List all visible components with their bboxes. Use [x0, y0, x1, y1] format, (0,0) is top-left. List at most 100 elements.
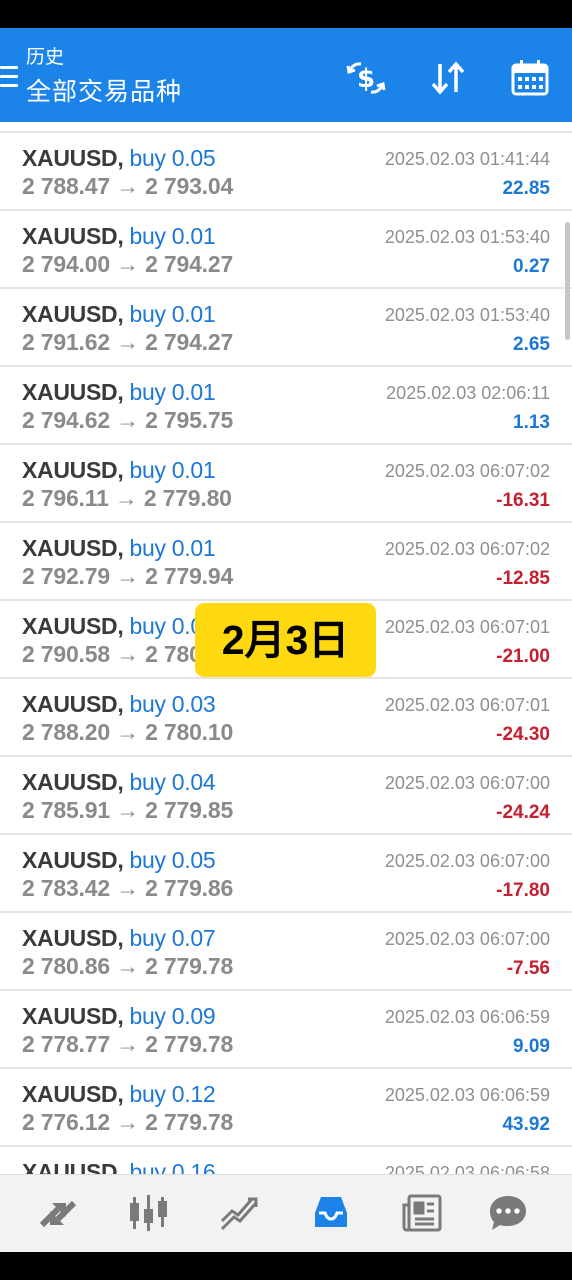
trade-symbol: XAUUSD, buy 0.01 — [22, 301, 216, 328]
trade-side-volume: buy 0.07 — [129, 925, 216, 951]
quotes-icon[interactable] — [36, 1191, 80, 1235]
trade-side-volume: buy 0.12 — [129, 1081, 216, 1107]
trade-row[interactable]: XAUUSD, buy 0.05 2 783.42 → 2 779.86 2025.… — [0, 833, 572, 910]
symbol-name: XAUUSD, — [22, 223, 124, 249]
open-close-prices: 2 790.58 → 2 780 — [22, 641, 202, 667]
symbol-filter-title[interactable]: 全部交易品种 — [26, 76, 182, 108]
open-close-prices: 2 778.77 → 2 779.78 — [22, 1031, 234, 1057]
open-close-prices: 2 796.11 → 2 779.80 — [22, 485, 232, 511]
open-close-prices: 2 783.42 → 2 779.86 — [22, 875, 234, 901]
trade-symbol: XAUUSD, buy 0.01 — [22, 379, 216, 406]
close-time: 2025.02.03 06:07:02 — [384, 461, 550, 481]
open-close-prices: 2 794.00 → 2 794.27 — [22, 251, 234, 277]
symbol-name: XAUUSD, — [22, 613, 124, 639]
symbol-name: XAUUSD, — [22, 847, 124, 873]
symbol-name: XAUUSD, — [22, 379, 124, 405]
trade-side-volume: buy 0.01 — [129, 301, 216, 327]
close-time: 2025.02.03 06:07:00 — [384, 929, 550, 949]
open-close-prices: 2 794.62 → 2 795.75 — [22, 407, 234, 433]
close-time: 2025.02.03 01:53:40 — [384, 305, 550, 325]
trade-row[interactable]: XAUUSD, buy 0.01 2 791.62 → 2 794.27 2025.… — [0, 287, 572, 364]
app-header: 历史 全部交易品种 $ — [0, 28, 572, 122]
close-time: 2025.02.03 06:06:59 — [384, 1085, 550, 1105]
svg-text:$: $ — [357, 64, 375, 94]
profit-value: -21.00 — [496, 646, 550, 667]
profit-value: 1.13 — [513, 412, 550, 433]
history-list[interactable]: XAUUSD, buy 0.05 2 788.47 → 2 793.04 2025.… — [0, 122, 572, 1174]
trade-symbol: XAUUSD, buy 0.01 — [22, 535, 216, 562]
symbol-name: XAUUSD, — [22, 301, 124, 327]
trade-row[interactable]: XAUUSD, buy 0.04 2 785.91 → 2 779.85 2025.… — [0, 755, 572, 832]
trade-row[interactable]: XAUUSD, buy 0.01 2 792.79 → 2 779.94 2025.… — [0, 521, 572, 598]
trade-row[interactable]: XAUUSD, buy 0.12 2 776.12 → 2 779.78 2025.… — [0, 1067, 572, 1144]
symbol-name: XAUUSD, — [22, 1003, 124, 1029]
trade-side-volume: buy 0.04 — [129, 769, 216, 795]
close-time: 2025.02.03 06:07:02 — [384, 539, 550, 559]
open-close-prices: 2 785.91 → 2 779.85 — [22, 797, 234, 823]
close-time: 2025.02.03 02:06:11 — [386, 383, 550, 403]
trade-row[interactable]: XAUUSD, buy 0.01 2 794.00 → 2 794.27 2025.… — [0, 209, 572, 286]
trade-symbol: XAUUSD, buy 0.05 — [22, 847, 216, 874]
trade-symbol: XAUUSD, buy 0.05 — [22, 145, 216, 172]
profit-value: -24.24 — [496, 802, 550, 823]
open-close-prices: 2 776.12 → 2 779.78 — [22, 1109, 234, 1135]
profit-value: -24.30 — [496, 724, 550, 745]
profit-value: 9.09 — [513, 1036, 550, 1057]
news-icon[interactable] — [400, 1191, 444, 1235]
trade-row[interactable]: XAUUSD, buy 0.09 2 778.77 → 2 779.78 2025.… — [0, 989, 572, 1066]
close-time: 2025.02.03 01:41:44 — [384, 149, 550, 169]
trade-symbol: XAUUSD, buy 0.16 — [22, 1159, 216, 1174]
profit-value: 0.27 — [513, 256, 550, 277]
close-time: 2025.02.03 06:06:59 — [384, 1007, 550, 1027]
trade-icon[interactable] — [218, 1191, 262, 1235]
trade-side-volume: buy 0.01 — [129, 457, 216, 483]
trade-side-volume: buy 0.01 — [129, 535, 216, 561]
chart-candles-icon[interactable] — [127, 1191, 171, 1235]
sort-arrows-icon[interactable] — [426, 56, 470, 100]
trade-row[interactable]: XAUUSD, buy 0.05 2 788.47 → 2 793.04 2025.… — [0, 131, 572, 208]
trade-side-volume: buy 0.01 — [129, 223, 216, 249]
symbol-name: XAUUSD, — [22, 457, 124, 483]
trade-side-volume: buy 0.16 — [129, 1159, 216, 1174]
open-close-prices: 2 788.20 → 2 780.10 — [22, 719, 234, 745]
symbol-name: XAUUSD, — [22, 691, 124, 717]
trade-row[interactable]: XAUUSD, buy 0.03 2 788.20 → 2 780.10 2025.… — [0, 677, 572, 754]
trade-side-volume: buy 0.01 — [129, 379, 216, 405]
close-time: 2025.02.03 06:07:00 — [384, 773, 550, 793]
trade-row[interactable]: XAUUSD, buy 0.07 2 780.86 → 2 779.78 2025.… — [0, 911, 572, 988]
symbol-name: XAUUSD, — [22, 145, 124, 171]
close-time: 2025.02.03 06:07:01 — [384, 617, 550, 637]
symbol-name: XAUUSD, — [22, 1159, 124, 1174]
trade-row[interactable]: XAUUSD, buy 0.16 2025.02.03 06:06:58 — [0, 1145, 572, 1174]
menu-icon[interactable] — [0, 66, 18, 90]
trade-symbol: XAUUSD, buy 0.04 — [22, 769, 216, 796]
symbol-name: XAUUSD, — [22, 769, 124, 795]
bottom-navigation — [0, 1174, 572, 1253]
symbol-name: XAUUSD, — [22, 925, 124, 951]
profit-value: 2.65 — [513, 334, 550, 355]
trade-row[interactable]: XAUUSD, buy 0.01 2 794.62 → 2 795.75 2025.… — [0, 365, 572, 442]
trade-symbol: XAUUSD, buy 0.03 — [22, 691, 216, 718]
profit-value: 22.85 — [502, 178, 550, 199]
profit-value: -17.80 — [496, 880, 550, 901]
calendar-icon[interactable] — [508, 56, 552, 100]
trade-symbol: XAUUSD, buy 0.02 — [22, 613, 216, 640]
trade-row[interactable]: XAUUSD, buy 0.01 2 796.11 → 2 779.80 2025.… — [0, 443, 572, 520]
trade-side-volume: buy 0.05 — [129, 847, 216, 873]
trade-side-volume: buy 0.09 — [129, 1003, 216, 1029]
close-time: 2025.02.03 01:53:40 — [384, 227, 550, 247]
close-time: 2025.02.03 06:07:01 — [384, 695, 550, 715]
profit-value: 43.92 — [502, 1114, 550, 1135]
close-time: 2025.02.03 06:07:00 — [384, 851, 550, 871]
chat-icon[interactable] — [486, 1191, 530, 1235]
date-stamp-overlay: 2月3日 — [195, 603, 376, 677]
scrollbar[interactable] — [565, 222, 570, 340]
symbol-name: XAUUSD, — [22, 535, 124, 561]
trade-symbol: XAUUSD, buy 0.09 — [22, 1003, 216, 1030]
profit-value: -16.31 — [496, 490, 550, 511]
dollar-swap-icon[interactable]: $ — [344, 56, 388, 100]
trade-symbol: XAUUSD, buy 0.12 — [22, 1081, 216, 1108]
history-inbox-icon[interactable] — [309, 1191, 353, 1235]
profit-value: -12.85 — [496, 568, 550, 589]
open-close-prices: 2 788.47 → 2 793.04 — [22, 173, 234, 199]
